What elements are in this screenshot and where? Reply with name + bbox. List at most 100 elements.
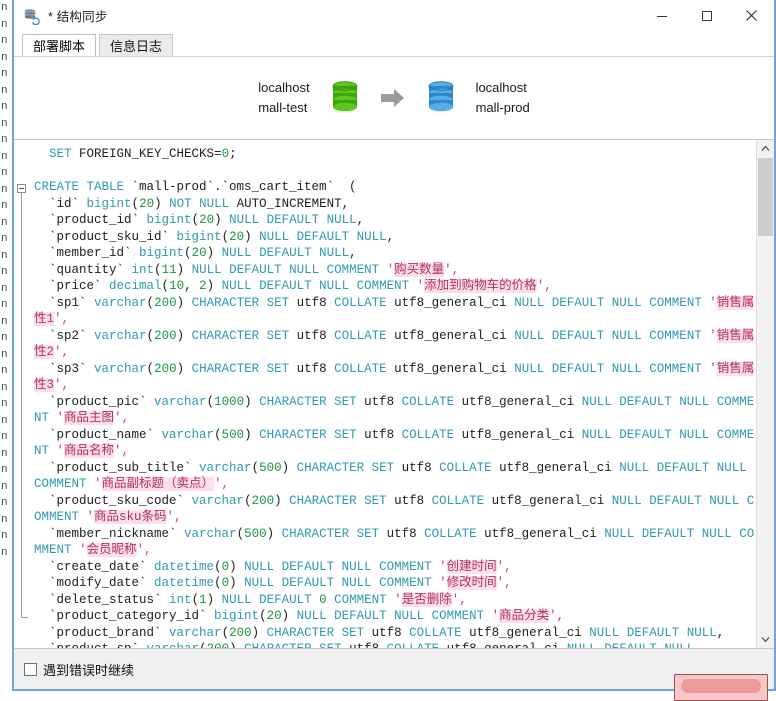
code-token: ' bbox=[431, 576, 447, 590]
code-token: bigint bbox=[214, 609, 260, 623]
code-token: ) bbox=[244, 229, 260, 244]
code-token: utf8_general_ci bbox=[454, 427, 582, 442]
code-token: COLLATE bbox=[401, 394, 455, 409]
code-line: `product_pic` varchar(1000) CHARACTER SE… bbox=[34, 394, 756, 427]
code-token: 200 bbox=[154, 361, 177, 376]
code-token: NULL DEFAULT NULL bbox=[259, 229, 387, 244]
code-line: `product_category_id` bigint(20) NULL DE… bbox=[34, 608, 756, 625]
code-token: ) bbox=[251, 625, 267, 640]
continue-on-error-row[interactable]: 遇到错误时继续 bbox=[24, 660, 134, 679]
code-token: datetime bbox=[154, 576, 215, 590]
target-database: mall-prod bbox=[475, 100, 530, 115]
code-token: COLLATE bbox=[424, 526, 477, 541]
code-token: AUTO_INCREMENT, bbox=[229, 196, 350, 211]
code-token: ', bbox=[54, 312, 70, 326]
code-token: ( bbox=[259, 609, 267, 623]
code-token: CHARACTER SET bbox=[296, 460, 395, 475]
window-title: * 结构同步 bbox=[48, 10, 108, 24]
code-token: varchar bbox=[169, 625, 222, 640]
code-token: varchar bbox=[161, 427, 215, 442]
code-token: ', bbox=[536, 279, 552, 293]
sql-editor[interactable]: SET FOREIGN_KEY_CHECKS=0; CREATE TABLE `… bbox=[14, 140, 774, 649]
continue-on-error-checkbox[interactable] bbox=[24, 662, 37, 676]
code-token: `create_date` bbox=[34, 559, 155, 574]
code-token: ( bbox=[214, 559, 222, 574]
code-token: NULL DEFAULT NULL bbox=[589, 625, 717, 640]
database-flow-header: localhost mall-test localhost mall-prod bbox=[14, 57, 774, 140]
code-token: bigint bbox=[176, 229, 222, 244]
code-token: ', bbox=[54, 378, 70, 392]
code-token: utf8_general_ci bbox=[439, 642, 567, 648]
sql-code-text[interactable]: SET FOREIGN_KEY_CHECKS=0; CREATE TABLE `… bbox=[32, 140, 756, 648]
code-token: 商品副标题（卖点） bbox=[101, 477, 215, 491]
code-token: ' bbox=[484, 609, 500, 623]
code-token: 20 bbox=[229, 229, 245, 244]
code-token: NULL DEFAULT NULL COMMENT bbox=[221, 279, 410, 293]
code-token: utf8 bbox=[364, 625, 410, 640]
code-token: `product_sn` bbox=[34, 642, 147, 648]
code-token: NULL DEFAULT NULL bbox=[229, 213, 357, 227]
source-database-labels: localhost mall-test bbox=[258, 78, 309, 118]
code-token: 商品主图 bbox=[64, 411, 115, 425]
editor-vertical-scrollbar[interactable] bbox=[756, 140, 774, 648]
code-token: ', bbox=[451, 592, 467, 607]
scroll-up-arrow[interactable] bbox=[757, 140, 774, 157]
code-token: utf8_general_ci bbox=[454, 394, 582, 409]
code-token: ( bbox=[154, 262, 162, 277]
primary-action-button[interactable] bbox=[674, 674, 768, 701]
code-token: ( bbox=[161, 279, 170, 293]
fold-guide-end bbox=[21, 617, 28, 618]
code-token: utf8_general_ci bbox=[386, 328, 515, 343]
minimize-button[interactable] bbox=[639, 0, 684, 31]
code-token: CHARACTER SET bbox=[191, 328, 290, 343]
code-token: 0 bbox=[221, 147, 230, 161]
code-token: 20 bbox=[139, 196, 155, 211]
code-token: , bbox=[694, 642, 702, 648]
code-token: int bbox=[131, 262, 155, 277]
code-token: utf8 bbox=[394, 460, 440, 475]
close-button[interactable] bbox=[729, 0, 774, 31]
code-token: `product_brand` bbox=[34, 625, 170, 640]
tab-deploy-script[interactable]: 部署脚本 bbox=[22, 34, 97, 57]
code-token: SET bbox=[49, 147, 72, 161]
code-token: bigint bbox=[139, 246, 185, 260]
maximize-button[interactable] bbox=[684, 0, 729, 31]
code-token: bigint bbox=[146, 213, 192, 227]
code-token: ) bbox=[154, 196, 170, 211]
database-flow: localhost mall-test localhost mall-prod bbox=[258, 78, 530, 118]
code-token: ) bbox=[206, 246, 222, 260]
code-token: ' bbox=[409, 279, 425, 293]
scrollbar-thumb[interactable] bbox=[758, 158, 773, 236]
tab-info-log[interactable]: 信息日志 bbox=[99, 34, 174, 57]
code-token: 商品分类 bbox=[499, 609, 550, 623]
code-token: utf8 bbox=[342, 642, 387, 648]
code-token: 200 bbox=[207, 642, 230, 648]
code-token: varchar bbox=[199, 460, 252, 475]
code-token: ( bbox=[191, 592, 200, 607]
target-host: localhost bbox=[475, 80, 527, 95]
code-token: 200 bbox=[229, 625, 252, 640]
code-token: 会员昵称 bbox=[86, 543, 137, 557]
window-controls bbox=[639, 0, 774, 31]
code-token: ( bbox=[206, 394, 215, 409]
code-token: NULL DEFAULT NULL COMMENT bbox=[514, 295, 702, 310]
code-token: COLLATE bbox=[334, 328, 387, 343]
code-token: 1000 bbox=[214, 394, 245, 409]
code-token: 购买数量 bbox=[394, 262, 445, 277]
scroll-down-arrow[interactable] bbox=[757, 631, 774, 648]
code-token: 200 bbox=[251, 493, 275, 508]
code-token: `product_pic` bbox=[34, 394, 155, 409]
code-token: ' bbox=[79, 510, 95, 524]
code-token: ( bbox=[131, 196, 140, 211]
code-token: 0 bbox=[319, 592, 327, 607]
code-token: FOREIGN_KEY_CHECKS= bbox=[71, 147, 222, 161]
code-token: ) bbox=[206, 592, 222, 607]
continue-on-error-label: 遇到错误时继续 bbox=[43, 662, 135, 678]
code-token: ' bbox=[701, 295, 717, 310]
code-line: `product_sku_code` varchar(200) CHARACTE… bbox=[34, 493, 756, 526]
code-token: varchar bbox=[154, 394, 207, 409]
collapse-minus-icon[interactable] bbox=[17, 184, 26, 193]
code-line: `product_id` bigint(20) NULL DEFAULT NUL… bbox=[34, 212, 756, 229]
code-token: varchar bbox=[94, 328, 147, 343]
